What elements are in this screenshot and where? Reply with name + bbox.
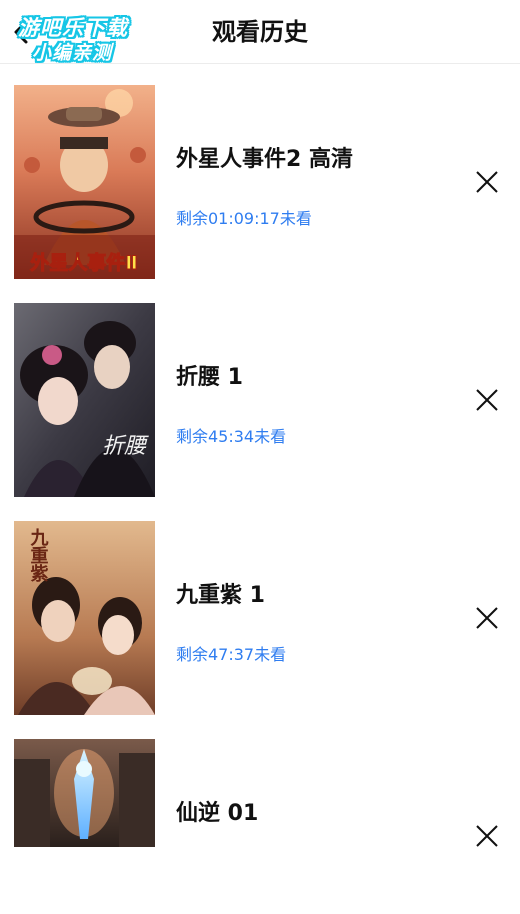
video-title[interactable]: 仙逆 01 xyxy=(176,795,258,827)
remaining-time: 剩余45:34未看 xyxy=(176,427,287,446)
poster-caption: 折腰 xyxy=(102,434,149,459)
history-item[interactable]: 折腰 折腰 1 剩余45:34未看 xyxy=(0,283,520,501)
remaining-time: 剩余47:37未看 xyxy=(176,645,287,664)
close-icon xyxy=(476,825,498,847)
delete-button[interactable] xyxy=(474,823,500,847)
delete-button[interactable] xyxy=(474,387,500,413)
poster-thumbnail[interactable]: 九重紫 xyxy=(14,521,155,715)
remaining-time: 剩余01:09:17未看 xyxy=(176,209,312,228)
history-list: 外星人事件Ⅱ 外星人事件2 高清 剩余01:09:17未看 折腰 折腰 1 剩余… xyxy=(0,65,520,847)
watermark-logo: 游吧乐下载 小编亲测 xyxy=(10,6,150,66)
history-item[interactable]: 九重紫 九重紫 1 剩余47:37未看 xyxy=(0,501,520,719)
watermark-line-2: 小编亲测 xyxy=(32,42,113,64)
poster-thumbnail[interactable]: 折腰 xyxy=(14,303,155,497)
poster-thumbnail[interactable] xyxy=(14,739,155,847)
video-title[interactable]: 九重紫 1 xyxy=(176,577,265,609)
poster-caption: 九重紫 xyxy=(28,528,50,583)
close-icon xyxy=(476,389,498,411)
poster-caption: 外星人事件Ⅱ xyxy=(30,251,138,274)
delete-button[interactable] xyxy=(474,605,500,631)
history-item[interactable]: 仙逆 01 xyxy=(0,719,520,847)
video-title[interactable]: 外星人事件2 高清 xyxy=(176,141,353,173)
history-item[interactable]: 外星人事件Ⅱ 外星人事件2 高清 剩余01:09:17未看 xyxy=(0,65,520,283)
close-icon xyxy=(476,607,498,629)
close-icon xyxy=(476,171,498,193)
delete-button[interactable] xyxy=(474,169,500,195)
poster-thumbnail[interactable]: 外星人事件Ⅱ xyxy=(14,85,155,279)
video-title[interactable]: 折腰 1 xyxy=(176,359,243,391)
